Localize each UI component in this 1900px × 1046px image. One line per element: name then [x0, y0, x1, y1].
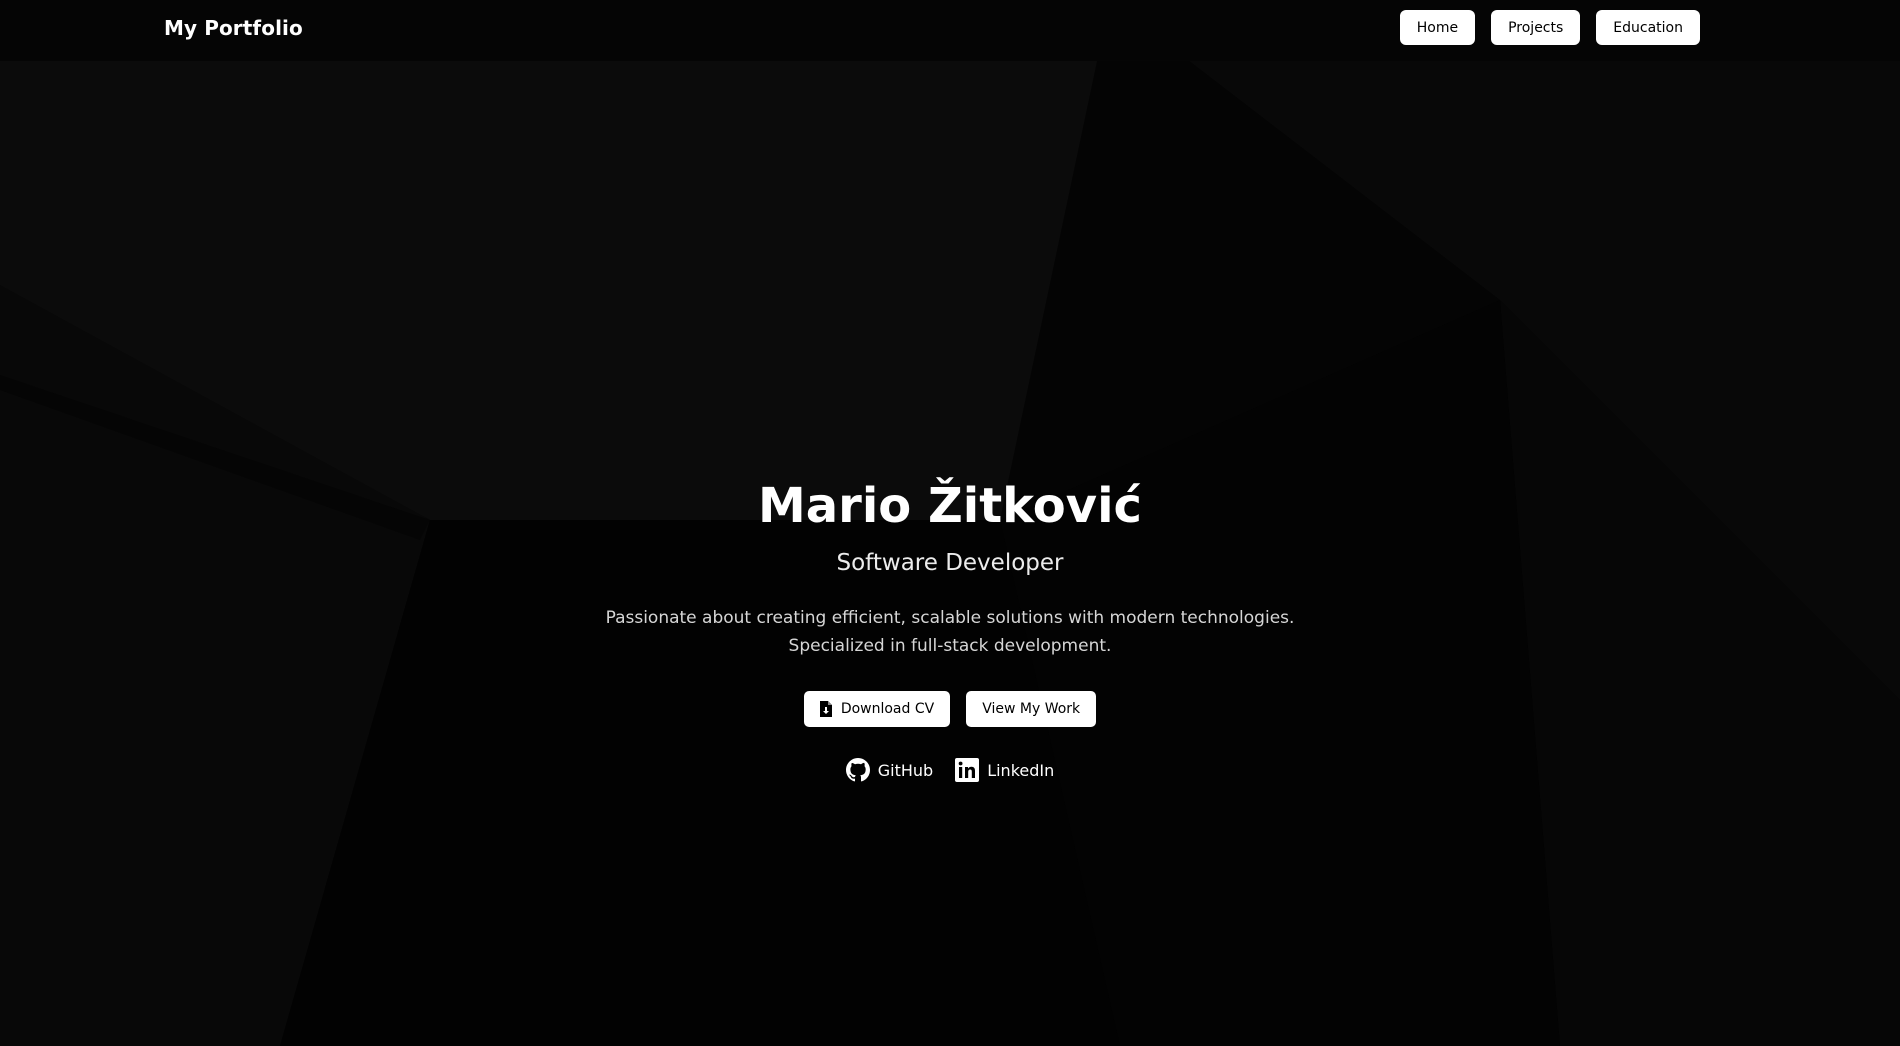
github-label: GitHub [877, 760, 934, 780]
hero-description: Passionate about creating efficient, sca… [0, 604, 1900, 660]
brand-logo[interactable]: My Portfolio [164, 16, 303, 40]
github-link[interactable]: GitHub [845, 758, 934, 782]
nav-education-button[interactable]: Education [1596, 10, 1700, 45]
view-my-work-button[interactable]: View My Work [966, 691, 1097, 727]
hero-role: Software Developer [836, 550, 1064, 576]
github-icon [845, 758, 870, 782]
download-cv-button[interactable]: Download CV [803, 691, 951, 727]
view-my-work-label: View My Work [982, 701, 1081, 717]
download-cv-label: Download CV [840, 701, 935, 717]
file-download-icon [819, 701, 832, 717]
nav-projects-button[interactable]: Projects [1491, 10, 1581, 45]
linkedin-label: LinkedIn [987, 760, 1055, 780]
cta-buttons: Download CV View My Work [0, 691, 1900, 727]
linkedin-link[interactable]: LinkedIn [955, 758, 1054, 782]
linkedin-icon [955, 758, 980, 782]
hero-description-line-2: Specialized in full-stack development. [788, 636, 1112, 656]
nav-home-button[interactable]: Home [1399, 10, 1476, 45]
portfolio-page: My Portfolio Home Projects Education Mar… [0, 0, 1900, 1046]
hero-section: Mario Žitković Software Developer Passio… [0, 0, 1900, 1046]
hero-name: Mario Žitković [758, 478, 1142, 534]
navbar: My Portfolio Home Projects Education [0, 0, 1900, 61]
social-links: GitHub LinkedIn [0, 758, 1900, 782]
hero-description-line-1: Passionate about creating efficient, sca… [605, 608, 1295, 628]
nav-links: Home Projects Education [1399, 10, 1700, 45]
